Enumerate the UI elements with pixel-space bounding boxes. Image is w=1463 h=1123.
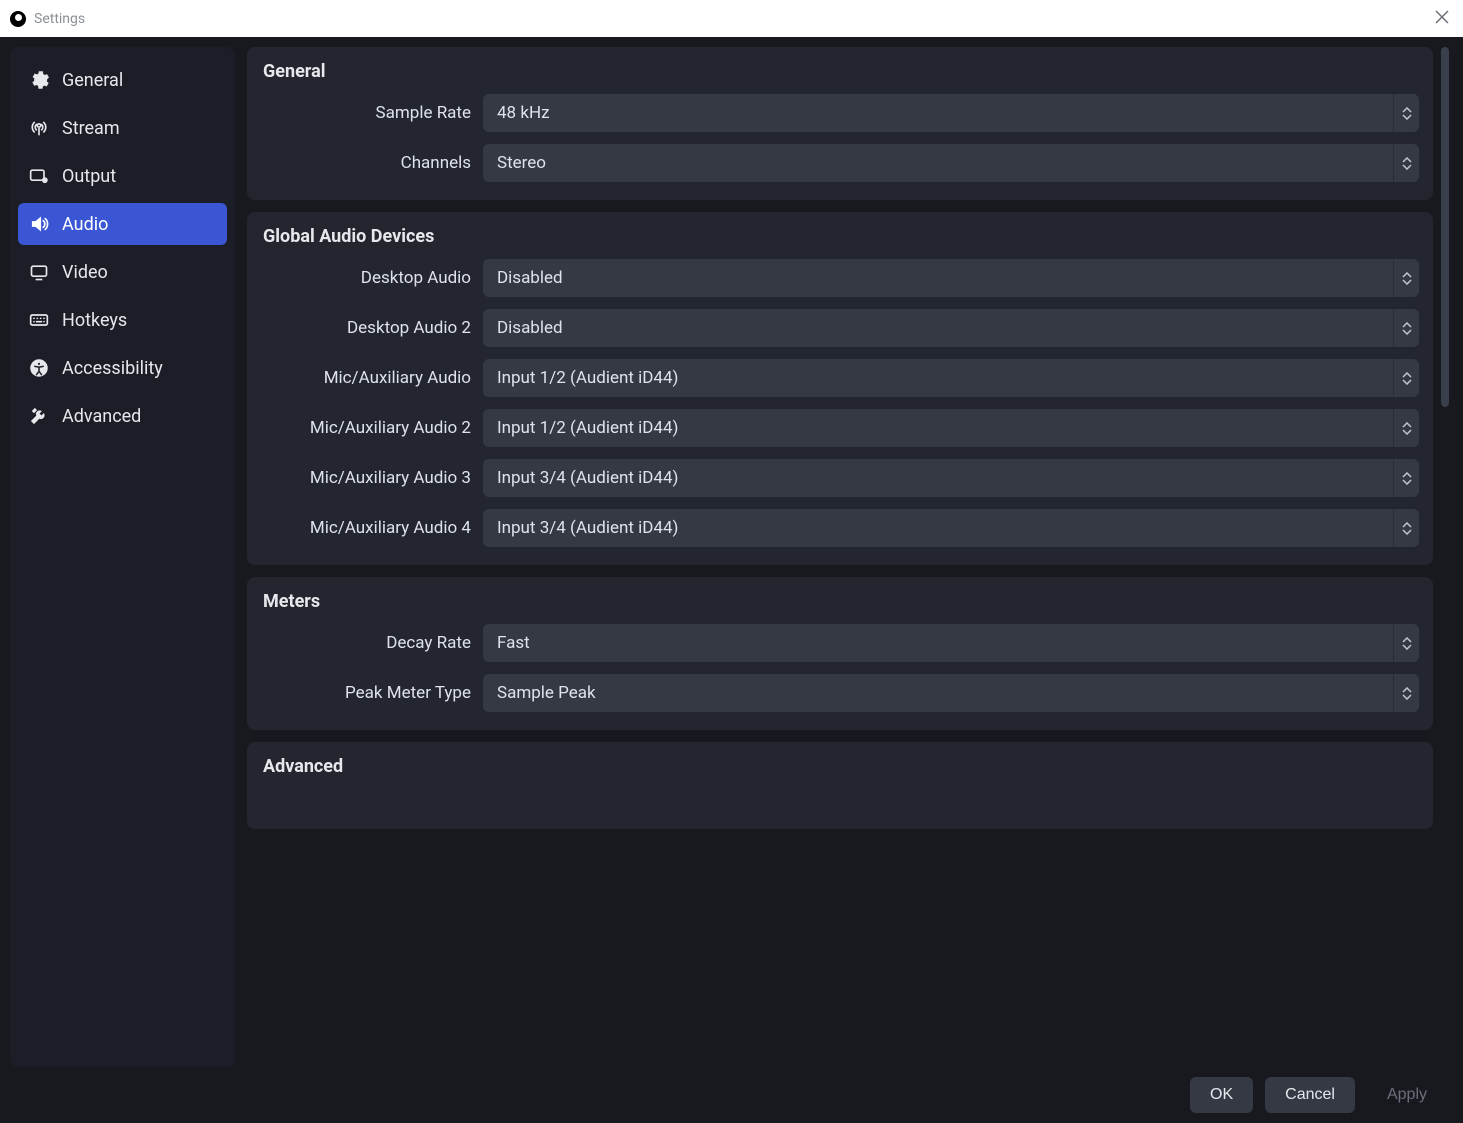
spinner-icon xyxy=(1393,459,1419,497)
cancel-button[interactable]: Cancel xyxy=(1265,1077,1355,1113)
ok-button[interactable]: OK xyxy=(1190,1077,1253,1113)
spinner-icon xyxy=(1393,674,1419,712)
sidebar-item-label: Stream xyxy=(62,118,120,139)
spinner-icon xyxy=(1393,624,1419,662)
row-channels: Channels Stereo xyxy=(261,144,1419,182)
app-icon xyxy=(10,11,26,27)
section-advanced: Advanced xyxy=(247,742,1433,829)
section-title: General xyxy=(261,61,1419,82)
select-value: Input 1/2 (Audient iD44) xyxy=(483,368,1393,388)
spinner-icon xyxy=(1393,409,1419,447)
speaker-icon xyxy=(28,213,50,235)
section-general: General Sample Rate 48 kHz Channels xyxy=(247,47,1433,200)
sidebar-item-general[interactable]: General xyxy=(18,59,227,101)
select-sample-rate[interactable]: 48 kHz xyxy=(483,94,1419,132)
row-mic-aux-2: Mic/Auxiliary Audio 2 Input 1/2 (Audient… xyxy=(261,409,1419,447)
label-mic-aux: Mic/Auxiliary Audio xyxy=(261,368,471,388)
tools-icon xyxy=(28,405,50,427)
select-value: Input 1/2 (Audient iD44) xyxy=(483,418,1393,438)
row-mic-aux-3: Mic/Auxiliary Audio 3 Input 3/4 (Audient… xyxy=(261,459,1419,497)
scrollbar[interactable] xyxy=(1437,47,1453,1067)
app-body: General Stream Output Audio xyxy=(0,37,1463,1123)
sidebar-item-label: Output xyxy=(62,166,116,187)
select-peak-meter[interactable]: Sample Peak xyxy=(483,674,1419,712)
scrollbar-thumb[interactable] xyxy=(1441,47,1449,407)
select-mic-aux-4[interactable]: Input 3/4 (Audient iD44) xyxy=(483,509,1419,547)
spinner-icon xyxy=(1393,144,1419,182)
footer: OK Cancel Apply xyxy=(0,1067,1463,1123)
label-mic-aux-2: Mic/Auxiliary Audio 2 xyxy=(261,418,471,438)
sidebar-item-output[interactable]: Output xyxy=(18,155,227,197)
label-decay-rate: Decay Rate xyxy=(261,633,471,653)
select-value: Disabled xyxy=(483,318,1393,338)
sidebar-item-label: Video xyxy=(62,262,108,283)
label-mic-aux-4: Mic/Auxiliary Audio 4 xyxy=(261,518,471,538)
spinner-icon xyxy=(1393,94,1419,132)
select-decay-rate[interactable]: Fast xyxy=(483,624,1419,662)
select-value: Sample Peak xyxy=(483,683,1393,703)
select-value: 48 kHz xyxy=(483,103,1393,123)
sidebar-item-label: Hotkeys xyxy=(62,310,127,331)
spinner-icon xyxy=(1393,359,1419,397)
row-decay-rate: Decay Rate Fast xyxy=(261,624,1419,662)
sidebar-item-audio[interactable]: Audio xyxy=(18,203,227,245)
select-mic-aux[interactable]: Input 1/2 (Audient iD44) xyxy=(483,359,1419,397)
label-mic-aux-3: Mic/Auxiliary Audio 3 xyxy=(261,468,471,488)
sidebar-item-label: Advanced xyxy=(62,406,141,427)
sidebar-item-label: General xyxy=(62,70,123,91)
label-peak-meter: Peak Meter Type xyxy=(261,683,471,703)
main: General Sample Rate 48 kHz Channels xyxy=(247,47,1453,1067)
label-desktop-audio: Desktop Audio xyxy=(261,268,471,288)
titlebar: Settings xyxy=(0,0,1463,37)
select-value: Input 3/4 (Audient iD44) xyxy=(483,468,1393,488)
close-icon[interactable] xyxy=(1435,10,1449,24)
section-meters: Meters Decay Rate Fast Peak Meter Typ xyxy=(247,577,1433,730)
sidebar: General Stream Output Audio xyxy=(10,47,235,1067)
sidebar-item-stream[interactable]: Stream xyxy=(18,107,227,149)
row-mic-aux-4: Mic/Auxiliary Audio 4 Input 3/4 (Audient… xyxy=(261,509,1419,547)
select-mic-aux-2[interactable]: Input 1/2 (Audient iD44) xyxy=(483,409,1419,447)
gear-icon xyxy=(28,69,50,91)
select-desktop-audio[interactable]: Disabled xyxy=(483,259,1419,297)
row-sample-rate: Sample Rate 48 kHz xyxy=(261,94,1419,132)
select-value: Fast xyxy=(483,633,1393,653)
window-title: Settings xyxy=(34,11,85,27)
select-value: Disabled xyxy=(483,268,1393,288)
row-desktop-audio: Desktop Audio Disabled xyxy=(261,259,1419,297)
sidebar-item-label: Accessibility xyxy=(62,358,163,379)
row-mic-aux: Mic/Auxiliary Audio Input 1/2 (Audient i… xyxy=(261,359,1419,397)
select-channels[interactable]: Stereo xyxy=(483,144,1419,182)
apply-button: Apply xyxy=(1367,1077,1447,1113)
select-value: Input 3/4 (Audient iD44) xyxy=(483,518,1393,538)
accessibility-icon xyxy=(28,357,50,379)
sidebar-item-video[interactable]: Video xyxy=(18,251,227,293)
sidebar-item-advanced[interactable]: Advanced xyxy=(18,395,227,437)
label-channels: Channels xyxy=(261,153,471,173)
section-title: Meters xyxy=(261,591,1419,612)
label-desktop-audio-2: Desktop Audio 2 xyxy=(261,318,471,338)
spinner-icon xyxy=(1393,259,1419,297)
select-mic-aux-3[interactable]: Input 3/4 (Audient iD44) xyxy=(483,459,1419,497)
section-title: Advanced xyxy=(261,756,1419,777)
antenna-icon xyxy=(28,117,50,139)
label-sample-rate: Sample Rate xyxy=(261,103,471,123)
row-desktop-audio-2: Desktop Audio 2 Disabled xyxy=(261,309,1419,347)
row-peak-meter: Peak Meter Type Sample Peak xyxy=(261,674,1419,712)
select-desktop-audio-2[interactable]: Disabled xyxy=(483,309,1419,347)
keyboard-icon xyxy=(28,309,50,331)
section-global-audio-devices: Global Audio Devices Desktop Audio Disab… xyxy=(247,212,1433,565)
content-wrap: General Stream Output Audio xyxy=(0,37,1463,1067)
sidebar-item-label: Audio xyxy=(62,214,108,235)
spinner-icon xyxy=(1393,509,1419,547)
spinner-icon xyxy=(1393,309,1419,347)
select-value: Stereo xyxy=(483,153,1393,173)
sidebar-item-hotkeys[interactable]: Hotkeys xyxy=(18,299,227,341)
output-icon xyxy=(28,165,50,187)
main-scroll[interactable]: General Sample Rate 48 kHz Channels xyxy=(247,47,1437,1067)
section-title: Global Audio Devices xyxy=(261,226,1419,247)
sidebar-item-accessibility[interactable]: Accessibility xyxy=(18,347,227,389)
monitor-icon xyxy=(28,261,50,283)
